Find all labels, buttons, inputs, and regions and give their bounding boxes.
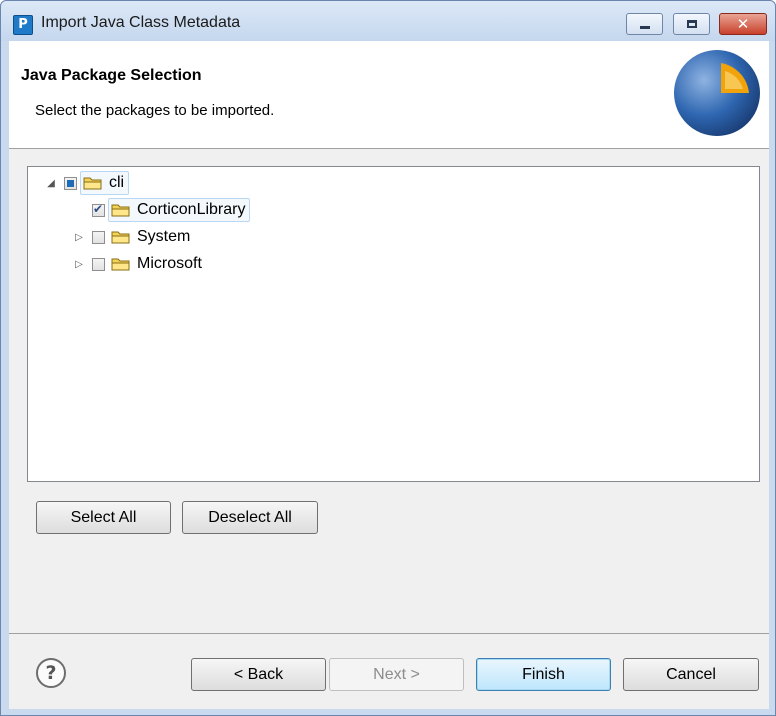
minimize-button[interactable] xyxy=(626,13,663,35)
page-title: Java Package Selection xyxy=(21,67,202,84)
footer-separator xyxy=(9,633,769,634)
tree-item-cli-label-box[interactable]: cli xyxy=(80,171,130,195)
folder-icon xyxy=(83,177,102,190)
app-icon: P xyxy=(13,15,33,35)
tree-item-microsoft[interactable]: ▷ Microsoft xyxy=(72,251,207,277)
dialog-client-area: Java Package Selection Select the packag… xyxy=(9,41,769,709)
next-button[interactable]: Next > xyxy=(329,658,464,691)
finish-button[interactable]: Finish xyxy=(476,658,611,691)
wizard-banner-icon xyxy=(674,50,760,136)
select-all-button[interactable]: Select All xyxy=(36,501,171,534)
tree-item-cli[interactable]: ◢ cli xyxy=(44,170,130,196)
page-description: Select the packages to be imported. xyxy=(35,102,275,119)
help-icon[interactable]: ? xyxy=(36,658,66,688)
dialog-window: P Import Java Class Metadata ✕ Java Pack… xyxy=(0,0,776,716)
back-button[interactable]: < Back xyxy=(191,658,326,691)
folder-icon xyxy=(111,204,130,217)
tree-item-label: cli xyxy=(109,174,125,191)
tree-item-system-label-box[interactable]: System xyxy=(108,225,195,249)
checkbox-system[interactable] xyxy=(92,230,105,244)
package-tree[interactable]: ◢ cli CorticonL xyxy=(27,166,760,482)
tree-item-label: Microsoft xyxy=(137,255,202,272)
maximize-icon xyxy=(686,20,697,28)
checkbox-corticonlibrary[interactable] xyxy=(92,202,105,217)
collapse-arrow-icon[interactable]: ◢ xyxy=(44,176,58,190)
wizard-header: Java Package Selection Select the packag… xyxy=(9,41,769,149)
expand-arrow-icon[interactable]: ▷ xyxy=(72,257,86,271)
folder-icon xyxy=(111,231,130,244)
tree-item-label: CorticonLibrary xyxy=(137,201,246,218)
checkbox-microsoft[interactable] xyxy=(92,257,105,271)
maximize-button[interactable] xyxy=(673,13,710,35)
tree-item-corticonlibrary-label-box[interactable]: CorticonLibrary xyxy=(108,198,251,222)
close-button[interactable]: ✕ xyxy=(719,13,767,35)
deselect-all-button[interactable]: Deselect All xyxy=(182,501,318,534)
checkbox-cli[interactable] xyxy=(64,176,77,190)
title-bar[interactable]: P Import Java Class Metadata ✕ xyxy=(1,1,775,41)
tree-item-microsoft-label-box[interactable]: Microsoft xyxy=(108,252,207,276)
expand-arrow-icon[interactable]: ▷ xyxy=(72,230,86,244)
minimize-icon xyxy=(639,25,650,29)
tree-item-corticonlibrary[interactable]: CorticonLibrary xyxy=(72,197,251,223)
tree-item-system[interactable]: ▷ System xyxy=(72,224,195,250)
tree-item-label: System xyxy=(137,228,191,245)
cancel-button[interactable]: Cancel xyxy=(623,658,759,691)
window-title: Import Java Class Metadata xyxy=(41,14,241,31)
folder-icon xyxy=(111,258,130,271)
close-icon: ✕ xyxy=(736,14,750,33)
